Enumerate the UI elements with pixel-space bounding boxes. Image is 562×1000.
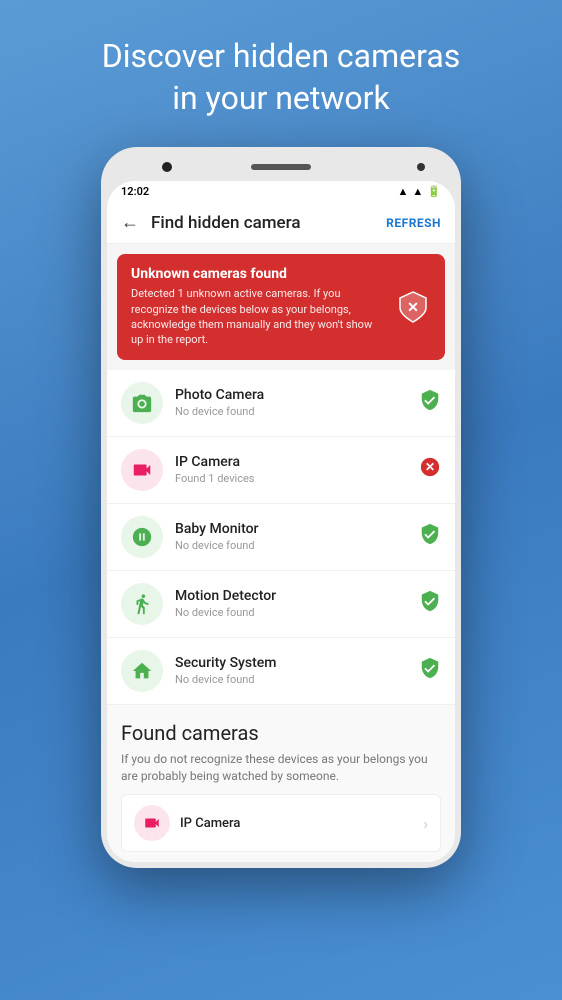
device-item-photo-camera[interactable]: Photo Camera No device found — [107, 370, 455, 437]
svg-text:✕: ✕ — [407, 300, 419, 316]
svg-text:✕: ✕ — [425, 460, 435, 474]
app-header: ← Find hidden camera REFRESH — [107, 202, 455, 244]
alert-shield-icon: ✕ — [395, 289, 431, 325]
alert-title: Unknown cameras found — [131, 266, 385, 282]
found-camera-text: IP Camera — [180, 816, 423, 831]
ip-camera-icon — [121, 449, 163, 491]
found-camera-item[interactable]: IP Camera › — [121, 794, 441, 852]
photo-camera-status-icon — [419, 389, 441, 416]
security-system-status-icon — [419, 657, 441, 684]
baby-monitor-icon — [121, 516, 163, 558]
photo-camera-text: Photo Camera No device found — [175, 387, 419, 418]
motion-detector-status: No device found — [175, 606, 419, 619]
phone-speaker — [251, 164, 311, 170]
photo-camera-icon — [121, 382, 163, 424]
alert-text-block: Unknown cameras found Detected 1 unknown… — [131, 266, 385, 348]
baby-monitor-text: Baby Monitor No device found — [175, 521, 419, 552]
back-button[interactable]: ← — [121, 212, 139, 233]
chevron-right-icon: › — [423, 814, 428, 833]
baby-monitor-status-icon — [419, 523, 441, 550]
hero-title: Discover hidden cameras in your network — [102, 36, 461, 119]
refresh-button[interactable]: REFRESH — [386, 216, 441, 230]
device-item-security-system[interactable]: Security System No device found — [107, 638, 455, 705]
hero-section: Discover hidden cameras in your network — [62, 0, 501, 147]
device-list: Photo Camera No device found — [107, 370, 455, 705]
ip-camera-status-icon: ✕ — [419, 456, 441, 483]
phone-camera-dot — [162, 162, 172, 172]
status-bar: 12:02 ▲ ▲ 🔋 — [107, 181, 455, 202]
status-time: 12:02 — [121, 185, 149, 198]
found-cameras-title: Found cameras — [121, 721, 441, 745]
motion-detector-status-icon — [419, 590, 441, 617]
page-title: Find hidden camera — [151, 213, 386, 233]
security-system-text: Security System No device found — [175, 655, 419, 686]
security-system-name: Security System — [175, 655, 419, 671]
security-system-status: No device found — [175, 673, 419, 686]
photo-camera-status: No device found — [175, 405, 419, 418]
phone-sensor-dot — [417, 163, 425, 171]
ip-camera-text: IP Camera Found 1 devices — [175, 454, 419, 485]
motion-detector-text: Motion Detector No device found — [175, 588, 419, 619]
security-system-icon — [121, 650, 163, 692]
found-camera-icon — [134, 805, 170, 841]
baby-monitor-name: Baby Monitor — [175, 521, 419, 537]
found-cameras-description: If you do not recognize these devices as… — [121, 751, 441, 785]
motion-detector-name: Motion Detector — [175, 588, 419, 604]
phone-screen: 12:02 ▲ ▲ 🔋 ← Find hidden camera REFRESH… — [107, 181, 455, 862]
phone-shell: 12:02 ▲ ▲ 🔋 ← Find hidden camera REFRESH… — [101, 147, 461, 868]
wifi-icon: ▲ — [398, 185, 409, 198]
motion-detector-icon — [121, 583, 163, 625]
alert-banner: Unknown cameras found Detected 1 unknown… — [117, 254, 445, 360]
ip-camera-name: IP Camera — [175, 454, 419, 470]
signal-icon: ▲ — [412, 185, 423, 198]
phone-top-bar — [107, 153, 455, 181]
device-item-ip-camera[interactable]: IP Camera Found 1 devices ✕ — [107, 437, 455, 504]
photo-camera-name: Photo Camera — [175, 387, 419, 403]
battery-icon: 🔋 — [427, 185, 441, 198]
found-cameras-section: Found cameras If you do not recognize th… — [107, 705, 455, 863]
ip-camera-status: Found 1 devices — [175, 472, 419, 485]
device-item-motion-detector[interactable]: Motion Detector No device found — [107, 571, 455, 638]
found-camera-name: IP Camera — [180, 816, 423, 831]
device-item-baby-monitor[interactable]: Baby Monitor No device found — [107, 504, 455, 571]
status-icons: ▲ ▲ 🔋 — [398, 185, 441, 198]
alert-description: Detected 1 unknown active cameras. If yo… — [131, 286, 385, 348]
baby-monitor-status: No device found — [175, 539, 419, 552]
